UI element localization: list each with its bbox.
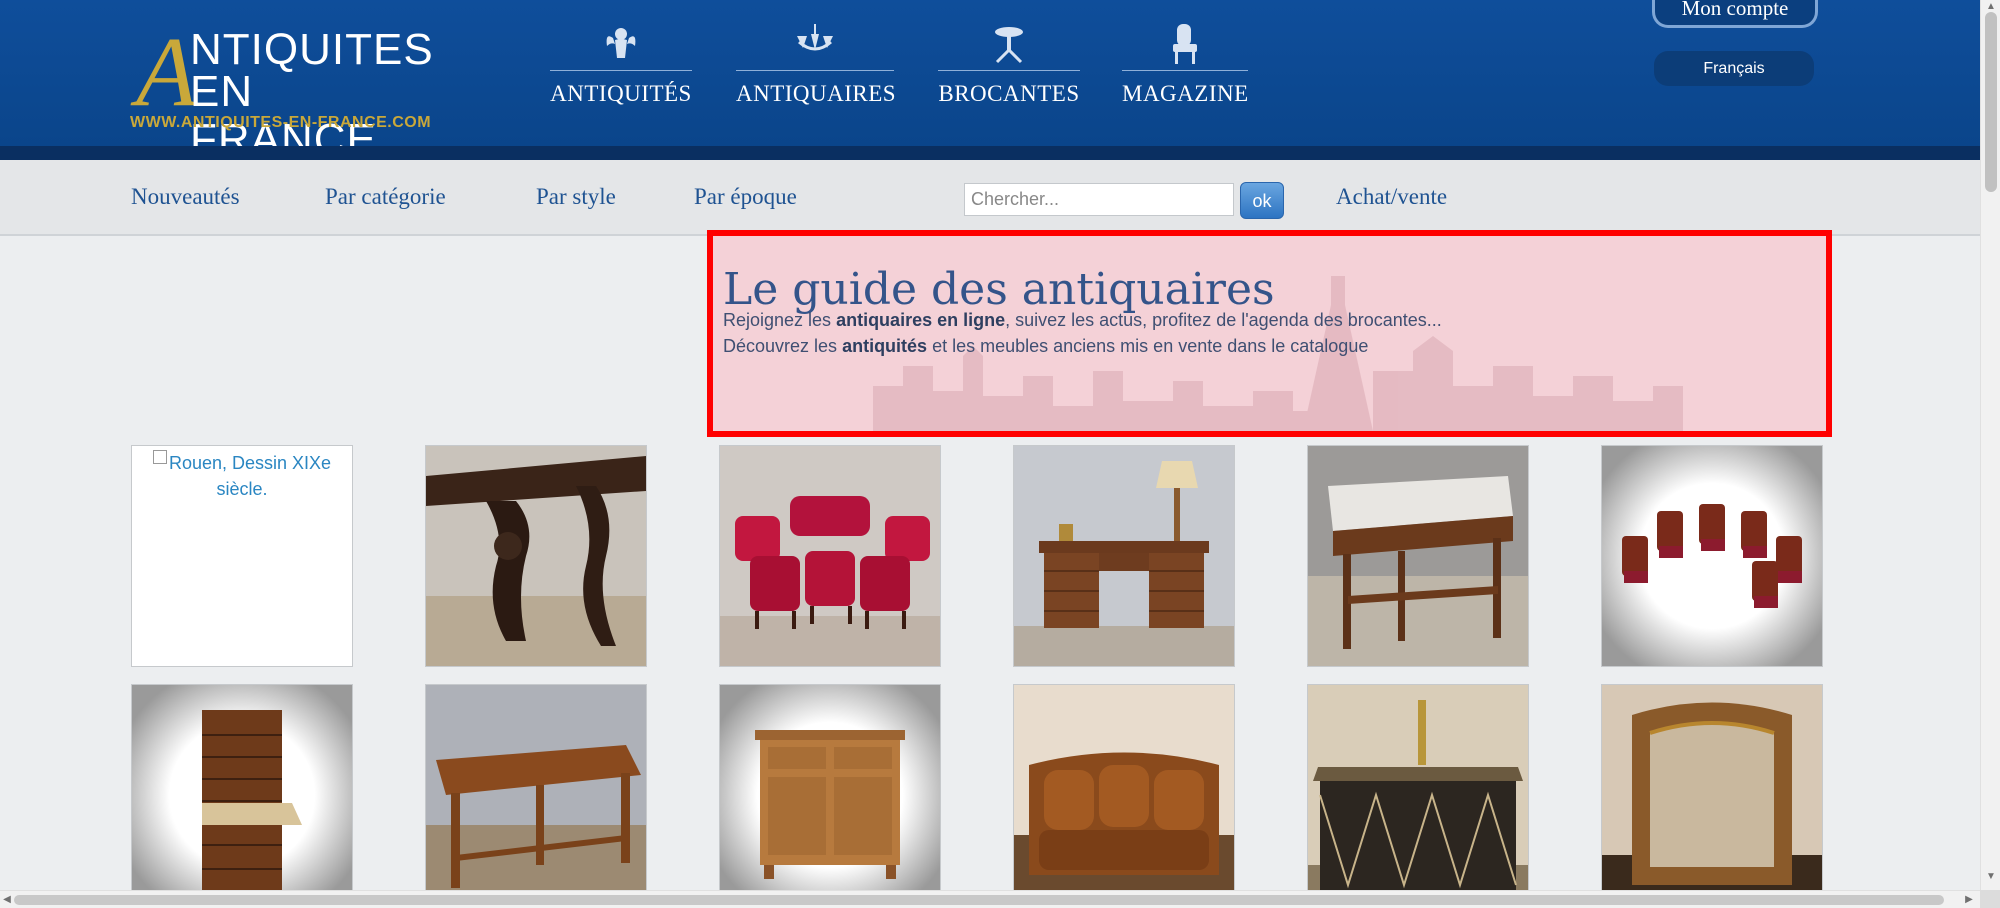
intro-text: Rejoignez les: [723, 310, 837, 330]
secretary-chest-image: [132, 685, 352, 905]
gilt-mirror-image: [1602, 685, 1822, 905]
logo-url: WWW.ANTIQUITES-EN-FRANCE.COM: [130, 114, 432, 131]
broken-image: Rouen, Dessin XIXe siècle.: [132, 446, 352, 502]
chandelier-icon: [797, 24, 833, 51]
product-card[interactable]: [131, 684, 353, 906]
nav-label: MAGAZINE: [1122, 81, 1249, 106]
bar-counter-image: [1308, 685, 1528, 905]
buffet-sideboard-image: [720, 685, 940, 905]
intro-link-antiquites[interactable]: antiquités: [842, 336, 927, 356]
intro-highlight-box: Le guide des antiquaires Rejoignez les a…: [707, 230, 1832, 437]
product-card[interactable]: [1307, 445, 1529, 667]
product-card[interactable]: [1601, 684, 1823, 906]
scroll-left-arrow-icon[interactable]: ◀: [0, 891, 14, 908]
intro-line-2: Découvrez les antiquités et les meubles …: [723, 336, 1368, 357]
search-input[interactable]: [964, 183, 1234, 216]
intro-text: , suivez les actus, profitez de l'agenda…: [1005, 310, 1442, 330]
writing-desk-image: [1014, 446, 1234, 666]
pedestal-table-icon: [995, 27, 1023, 64]
my-account-label: Mon compte: [1681, 0, 1789, 20]
subnav-par-style[interactable]: Par style: [536, 184, 616, 210]
farm-table-image: [426, 685, 646, 905]
nav-brocantes[interactable]: BROCANTES: [938, 22, 1080, 112]
language-button[interactable]: Français: [1654, 51, 1814, 86]
page-title: Le guide des antiquaires: [723, 264, 1275, 315]
header-strip: [0, 146, 1980, 160]
product-card[interactable]: [425, 684, 647, 906]
product-card[interactable]: [1013, 684, 1235, 906]
horizontal-scroll-thumb[interactable]: [14, 895, 1944, 905]
nav-separator: [550, 70, 692, 71]
intro-link-antiquaires[interactable]: antiquaires en ligne: [836, 310, 1005, 330]
vertical-scrollbar[interactable]: ▲ ▼: [1980, 0, 2000, 908]
scroll-right-arrow-icon[interactable]: ▶: [1962, 891, 1976, 908]
subnav-par-epoque[interactable]: Par époque: [694, 184, 797, 210]
nav-separator: [938, 70, 1080, 71]
nav-antiquaires[interactable]: ANTIQUAIRES: [736, 22, 897, 112]
product-card[interactable]: [719, 445, 941, 667]
scrollbar-corner: [1980, 890, 2000, 908]
image-alt-text: Rouen, Dessin XIXe siècle.: [168, 453, 332, 499]
vertical-scroll-thumb[interactable]: [1985, 12, 1997, 192]
nav-separator: [1122, 70, 1248, 71]
nav-label: BROCANTES: [938, 81, 1080, 106]
subnav-achat-vente[interactable]: Achat/vente: [1336, 184, 1447, 210]
nav-magazine[interactable]: MAGAZINE: [1122, 22, 1248, 112]
search-ok-button[interactable]: ok: [1240, 182, 1284, 219]
red-salon-set-image: [720, 446, 940, 666]
carved-console-table-image: [426, 446, 646, 666]
nav-label: ANTIQUAIRES: [736, 81, 897, 106]
six-chairs-image: [1602, 446, 1822, 666]
broken-image-icon: [152, 450, 167, 464]
site-header: A NTIQUITES EN FRANCE WWW.ANTIQUITES-EN-…: [0, 0, 1980, 164]
horizontal-scrollbar[interactable]: ◀ ▶: [0, 890, 1980, 908]
intro-text: et les meubles anciens mis en vente dans…: [927, 336, 1369, 356]
leather-sofa-image: [1014, 685, 1234, 905]
marble-top-table-image: [1308, 446, 1528, 666]
subnav-nouveautes[interactable]: Nouveautés: [131, 184, 240, 210]
logo-letter: A: [136, 16, 198, 127]
nav-label: ANTIQUITÉS: [550, 81, 692, 106]
intro-text: Découvrez les: [723, 336, 843, 356]
nav-antiquites[interactable]: ANTIQUITÉS: [550, 22, 692, 112]
product-card[interactable]: [719, 684, 941, 906]
scroll-down-arrow-icon[interactable]: ▼: [1981, 870, 2000, 884]
product-card[interactable]: [1013, 445, 1235, 667]
product-card[interactable]: [425, 445, 647, 667]
intro-line-1: Rejoignez les antiquaires en ligne, suiv…: [723, 310, 1442, 331]
product-card[interactable]: [1307, 684, 1529, 906]
nav-separator: [736, 70, 894, 71]
armchair-icon: [1173, 24, 1197, 64]
secondary-nav: Nouveautés Par catégorie Par style Par é…: [0, 160, 1980, 236]
my-account-button[interactable]: Mon compte: [1652, 0, 1818, 28]
cherub-icon: [606, 28, 636, 58]
subnav-par-categorie[interactable]: Par catégorie: [325, 184, 446, 210]
product-card[interactable]: [1601, 445, 1823, 667]
product-card[interactable]: Rouen, Dessin XIXe siècle.: [131, 445, 353, 667]
site-logo[interactable]: A NTIQUITES EN FRANCE WWW.ANTIQUITES-EN-…: [130, 16, 440, 164]
